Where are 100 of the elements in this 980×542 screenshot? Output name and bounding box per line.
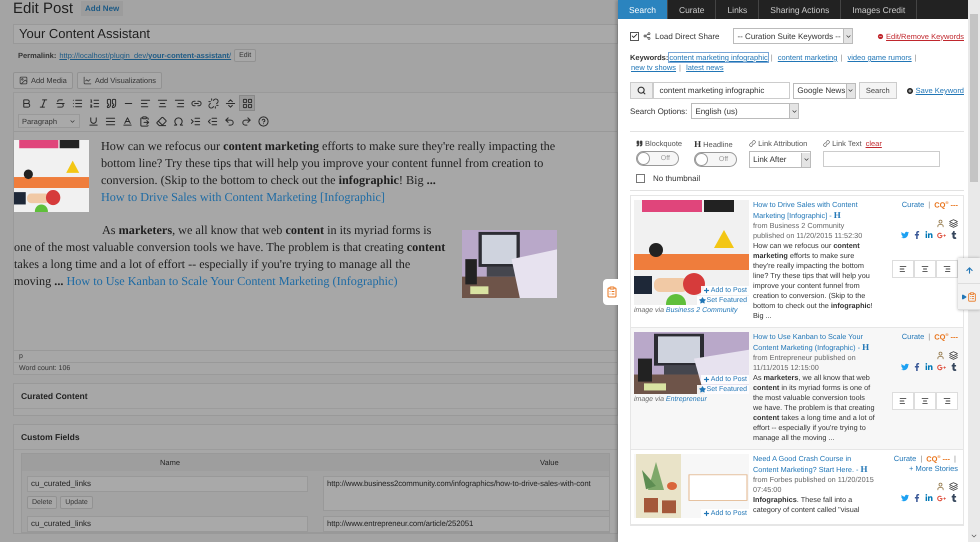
omega-icon bbox=[172, 116, 184, 126]
plus-circle-icon bbox=[906, 86, 914, 94]
unlink-icon bbox=[208, 98, 218, 108]
underline-icon bbox=[88, 116, 98, 126]
star-icon bbox=[698, 386, 706, 393]
search-field[interactable]: content marketing infographic bbox=[653, 82, 790, 99]
chart-icon bbox=[82, 76, 92, 85]
align-center-icon bbox=[921, 396, 929, 404]
facebook-icon bbox=[913, 363, 921, 371]
search-options-label: Search Options: bbox=[630, 106, 688, 116]
search-icon bbox=[630, 82, 654, 99]
google-plus-icon bbox=[937, 494, 946, 502]
link-icon bbox=[823, 140, 830, 147]
share-icon bbox=[643, 32, 651, 40]
image-icon bbox=[19, 76, 28, 85]
twitter-icon bbox=[901, 363, 909, 371]
text-color-icon bbox=[122, 116, 132, 126]
triangle-icon bbox=[961, 294, 967, 300]
checkbox-label: Load Direct Share bbox=[655, 32, 720, 40]
align-center-button[interactable] bbox=[914, 260, 936, 278]
align-left-button[interactable] bbox=[892, 260, 914, 278]
align-right-button[interactable] bbox=[936, 392, 958, 410]
tumblr-icon bbox=[950, 231, 958, 239]
minus-circle-icon bbox=[877, 32, 884, 40]
figure-icon bbox=[936, 482, 945, 490]
undo-icon bbox=[224, 116, 234, 126]
align-right-icon bbox=[943, 264, 951, 272]
italic-icon bbox=[38, 98, 48, 108]
help-icon bbox=[258, 116, 268, 126]
clipboard-button[interactable] bbox=[603, 279, 621, 305]
align-left-button[interactable] bbox=[892, 392, 914, 410]
align-left-icon bbox=[140, 98, 150, 108]
tumblr-icon bbox=[950, 363, 958, 371]
clipboard-icon bbox=[967, 292, 977, 302]
caret-icon bbox=[844, 32, 852, 40]
facebook-icon bbox=[913, 494, 921, 502]
align-left-icon bbox=[899, 264, 907, 272]
page-title: Edit Post bbox=[13, 0, 74, 16]
align-center-icon bbox=[156, 98, 168, 108]
link-text-field[interactable] bbox=[823, 151, 940, 167]
source-select[interactable]: Google News bbox=[793, 82, 856, 98]
google-plus-icon bbox=[937, 230, 946, 240]
language-select[interactable]: English (us) bbox=[691, 103, 800, 119]
attribution-select[interactable]: Link After bbox=[749, 151, 812, 168]
checkbox[interactable] bbox=[630, 32, 639, 40]
quote-icon bbox=[636, 140, 643, 147]
align-right-icon bbox=[174, 98, 184, 108]
name-field[interactable]: cu_curated_links bbox=[27, 516, 308, 532]
numbered-list-icon bbox=[88, 98, 100, 108]
checkbox[interactable] bbox=[636, 174, 645, 183]
plus-icon bbox=[702, 510, 710, 517]
tab[interactable]: Search bbox=[618, 0, 668, 19]
star-icon bbox=[698, 297, 706, 304]
bold-icon bbox=[20, 98, 32, 108]
scrollbar[interactable] bbox=[968, 0, 980, 542]
keywords-select[interactable]: -- Curation Suite Keywords -- bbox=[733, 28, 854, 44]
eraser-icon bbox=[156, 116, 166, 126]
linkedin-icon bbox=[925, 363, 933, 371]
twitter-icon bbox=[901, 494, 909, 502]
caret-icon bbox=[847, 87, 854, 94]
clipboard-button[interactable] bbox=[958, 284, 980, 310]
layers-icon bbox=[949, 482, 958, 490]
align-left-icon bbox=[899, 396, 907, 404]
arrow-up-icon bbox=[964, 266, 974, 275]
link-icon bbox=[190, 98, 202, 108]
scrollbar-thumb[interactable] bbox=[970, 14, 978, 182]
content-paragraph: As marketers, we all know that web content in its myriad forms is one of the most valuable conversion tools we have. The problem is that creating content takes a long time and a lot of effort -- especially if you're trying to manage all the moving ... How to Use Kanban to Scale Your Content Marketing (Infographic) bbox=[14, 222, 446, 290]
quote-icon bbox=[106, 98, 116, 108]
align-center-button[interactable] bbox=[914, 392, 936, 410]
section-title: Custom Fields bbox=[14, 425, 617, 450]
align-center-icon bbox=[921, 264, 929, 272]
name-field[interactable]: cu_curated_links bbox=[27, 476, 308, 492]
clipboard-icon bbox=[606, 286, 618, 298]
layers-icon bbox=[949, 218, 958, 228]
grid-icon bbox=[242, 98, 252, 108]
tumblr-icon bbox=[950, 494, 958, 502]
redo-icon bbox=[240, 116, 252, 126]
title-field[interactable]: Your Content Assistant bbox=[13, 24, 618, 44]
section-title: Curated Content bbox=[14, 384, 617, 409]
layers-icon bbox=[949, 350, 958, 360]
justify-icon bbox=[104, 116, 116, 126]
link-icon bbox=[749, 140, 756, 147]
caret-icon bbox=[802, 156, 810, 163]
google-plus-icon bbox=[937, 362, 946, 372]
caret-icon bbox=[790, 108, 798, 114]
outdent-icon bbox=[206, 116, 218, 126]
read-more-icon bbox=[224, 98, 236, 108]
add-new-button[interactable]: Add New bbox=[81, 0, 124, 16]
linkedin-icon bbox=[925, 231, 933, 239]
facebook-icon bbox=[913, 231, 921, 239]
figure-icon bbox=[936, 218, 945, 228]
align-right-button[interactable] bbox=[936, 260, 958, 278]
figure-icon bbox=[936, 350, 945, 360]
align-right-icon bbox=[943, 396, 951, 404]
indent-icon bbox=[190, 116, 200, 126]
twitter-icon bbox=[901, 231, 909, 239]
content-paragraph: How can we refocus our content marketing efforts to make sure they're really impacting the bottom line? Try these tips that will help you improve your content funnel from creation to conversion. (Skip to the bottom to check out the infographic! Big ... How to Drive Sales with Content Marketing [Infographic] bbox=[101, 138, 556, 206]
paste-icon bbox=[138, 116, 150, 126]
plus-icon bbox=[702, 376, 710, 383]
toolbar-toggle-button[interactable] bbox=[239, 95, 255, 111]
